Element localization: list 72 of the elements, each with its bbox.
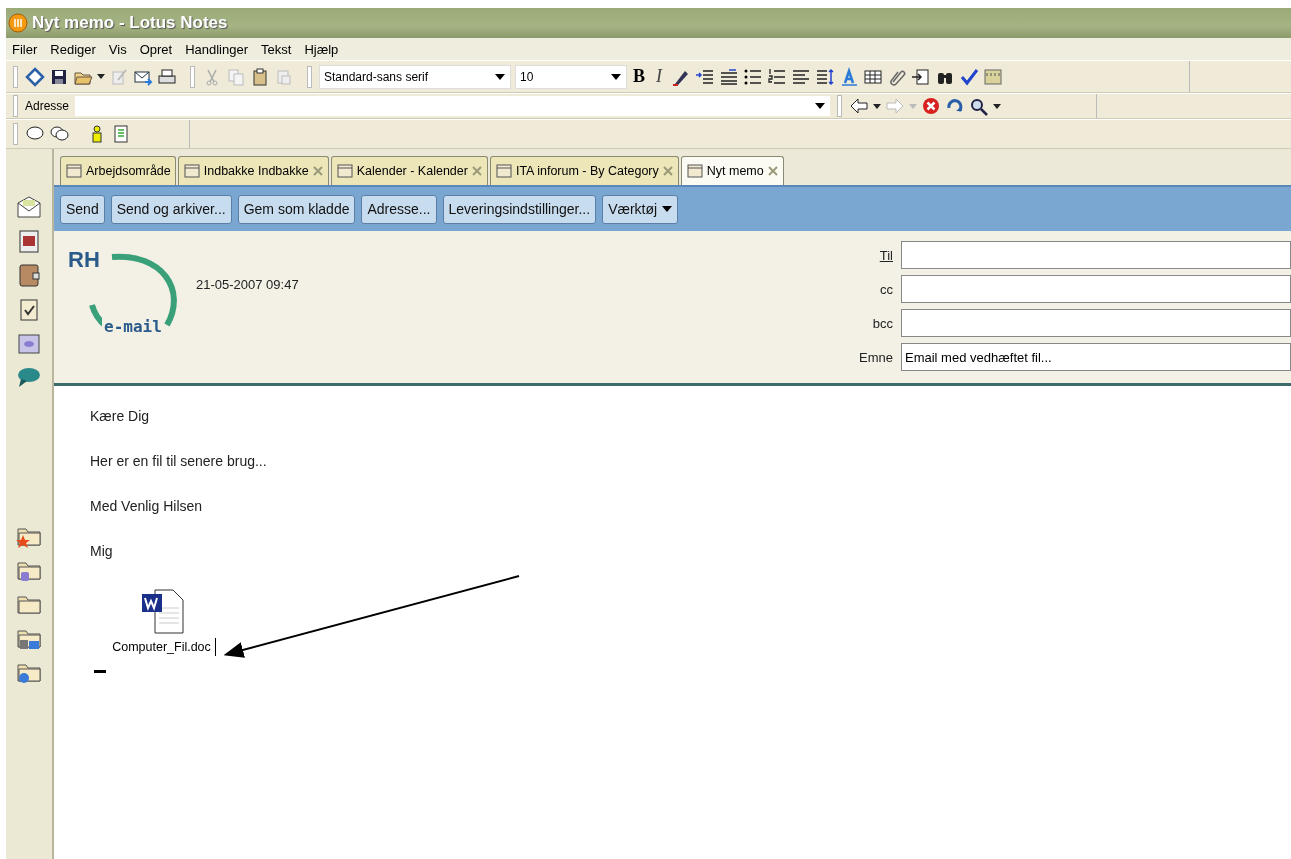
import-icon[interactable]: [911, 66, 931, 87]
menu-item[interactable]: Opret: [139, 41, 173, 57]
tab[interactable]: Arbejdsområde: [60, 156, 176, 185]
tab[interactable]: Indbakke Indbakke: [177, 156, 329, 185]
action-button[interactable]: Adresse...: [361, 194, 437, 224]
tab-icon: [494, 163, 513, 179]
body-text: Med Venlig Hilsen: [90, 498, 203, 514]
tab-icon: [65, 163, 83, 179]
address-label: Adresse: [25, 99, 71, 113]
field-label: Emne: [858, 349, 893, 365]
close-icon[interactable]: [766, 165, 779, 177]
tab[interactable]: Kalender - Kalender: [330, 156, 488, 185]
field-label: cc: [879, 281, 893, 297]
spell-icon[interactable]: [959, 66, 979, 87]
textstyle-icon[interactable]: [839, 66, 859, 87]
input-field[interactable]: Email med vedhæftet fil...: [901, 343, 1291, 371]
search-icon[interactable]: [969, 96, 990, 116]
attachment-filename[interactable]: Computer_Fil.doc: [112, 640, 211, 654]
action-button[interactable]: Leveringsindstillinger...: [442, 194, 597, 224]
action-button[interactable]: Gem som kladde: [237, 194, 356, 224]
font-size-select[interactable]: 10: [515, 64, 627, 89]
menu-item[interactable]: Tekst: [261, 41, 292, 57]
menu-item[interactable]: Vis: [108, 41, 127, 57]
italic-button[interactable]: I: [651, 66, 667, 87]
tab[interactable]: Nyt memo: [680, 156, 784, 185]
date-text: 21-05-2007 09:47: [196, 277, 299, 293]
field-label: bcc: [871, 315, 893, 331]
toolbar-grip[interactable]: [837, 95, 843, 117]
menu-item[interactable]: Handlinger: [185, 41, 249, 57]
stop-icon[interactable]: [921, 96, 942, 116]
input-field[interactable]: [901, 241, 1291, 269]
address-field[interactable]: [75, 96, 831, 116]
note-icon[interactable]: [111, 124, 131, 144]
caret-icon[interactable]: [873, 103, 882, 109]
action-button[interactable]: Værktøj: [602, 194, 679, 224]
logo-text: RH: [68, 247, 100, 273]
spacing-icon[interactable]: [815, 66, 835, 87]
toolbar-grip[interactable]: [13, 123, 18, 145]
tab-icon: [685, 163, 704, 179]
toolbar-grip[interactable]: [13, 65, 18, 88]
action-button[interactable]: Send: [60, 194, 105, 224]
font-select[interactable]: Standard-sans serif: [319, 64, 511, 89]
tab-icon: [335, 163, 354, 179]
menu-item[interactable]: Filer: [12, 41, 38, 57]
window-title: Nyt memo - Lotus Notes: [32, 13, 228, 33]
toolbar-grip[interactable]: [307, 65, 312, 88]
outdent-icon[interactable]: [719, 66, 739, 87]
caret-icon[interactable]: [97, 74, 105, 79]
toolbar-grip[interactable]: [190, 65, 195, 88]
new-icon[interactable]: [25, 66, 45, 87]
toolbar-grip[interactable]: [13, 95, 18, 117]
numbers-icon[interactable]: [767, 66, 787, 87]
tab-icon: [182, 163, 201, 179]
body-text: Mig: [90, 543, 113, 559]
logo-text: e-mail: [102, 317, 164, 336]
recipient-link[interactable]: Til: [831, 247, 893, 263]
text-cursor: [214, 638, 216, 656]
body-text: Her er en fil til senere brug...: [90, 453, 267, 469]
print-icon[interactable]: [157, 66, 177, 87]
back-icon[interactable]: [849, 96, 870, 116]
menu-item[interactable]: Hjælp: [304, 41, 339, 57]
input-field[interactable]: [901, 275, 1291, 303]
text-cursor: [94, 670, 106, 673]
bold-button[interactable]: B: [631, 66, 647, 87]
paste-icon[interactable]: [250, 66, 270, 87]
caret-icon[interactable]: [993, 103, 1002, 109]
input-field[interactable]: [901, 309, 1291, 337]
tab[interactable]: ITA inforum - By Category: [489, 156, 679, 185]
app-logo-icon: [8, 13, 28, 33]
menu-item[interactable]: Rediger: [50, 41, 96, 57]
body-text: Kære Dig: [90, 408, 150, 424]
action-button[interactable]: Send og arkiver...: [110, 194, 232, 224]
